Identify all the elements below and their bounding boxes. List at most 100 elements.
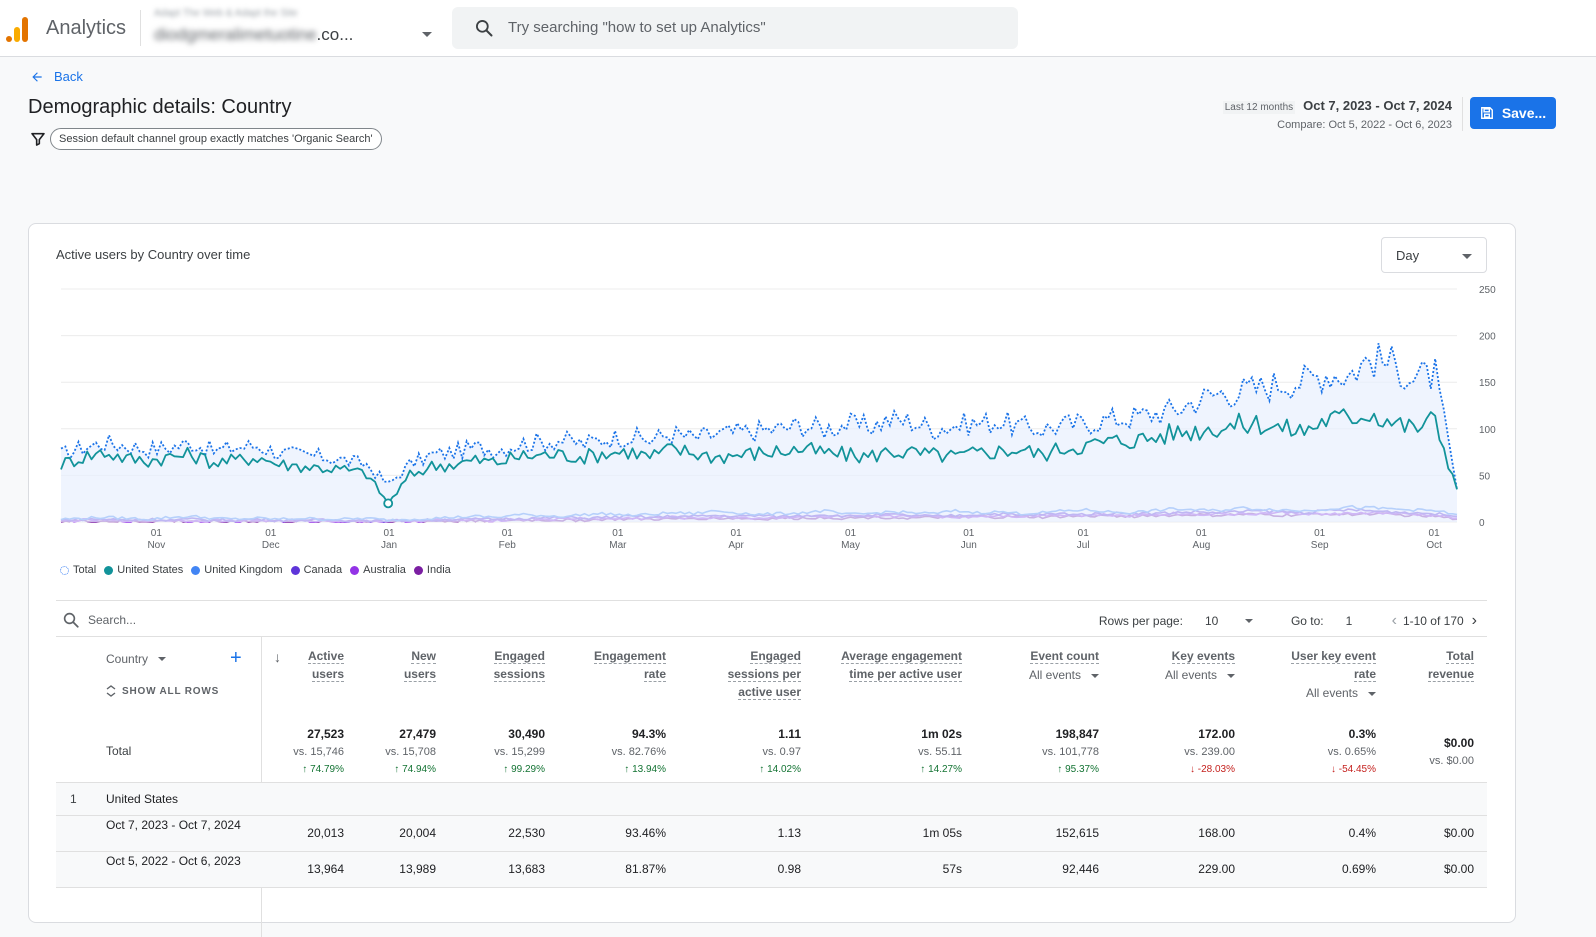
table-cell: 168.00 <box>1198 826 1235 840</box>
rows-per-page-select[interactable]: 10 <box>1205 614 1245 628</box>
granularity-select[interactable]: Day <box>1381 237 1487 273</box>
y-tick-label: 150 <box>1479 378 1496 389</box>
total-value: $0.00 <box>1443 736 1474 750</box>
legend-swatch-icon <box>60 565 69 575</box>
table-cell: $0.00 <box>1443 826 1474 840</box>
save-icon <box>1480 107 1493 119</box>
analytics-logo-icon[interactable] <box>6 16 30 42</box>
legend-item[interactable]: Australia <box>350 564 406 576</box>
change-badge: ↑ 14.02% <box>641 761 801 779</box>
filter-chip[interactable]: Session default channel group exactly ma… <box>50 128 382 150</box>
y-tick-label: 100 <box>1479 425 1496 436</box>
table-cell: 0.98 <box>777 862 801 876</box>
chevron-down-icon <box>1368 691 1376 696</box>
date-range-picker[interactable]: Last 12 months Oct 7, 2023 - Oct 7, 2024… <box>1222 98 1452 131</box>
x-tick-month: Sep <box>1311 540 1329 551</box>
x-tick-month: Feb <box>499 540 517 551</box>
table-cell: 229.00 <box>1198 862 1235 876</box>
chevron-left-icon[interactable]: ‹ <box>1392 612 1397 630</box>
global-search-input[interactable]: Try searching "how to set up Analytics" <box>452 7 1018 49</box>
column-header[interactable]: Average engagement time per active user <box>802 647 962 683</box>
column-header[interactable]: Engaged sessions per active user <box>641 647 801 701</box>
account-name: Adapt The Web & Adapt the Site <box>154 8 298 19</box>
legend-label: India <box>426 564 451 576</box>
x-tick-day: 01 <box>731 528 743 539</box>
y-tick-label: 0 <box>1479 518 1485 529</box>
column-header-label: active user <box>738 685 801 700</box>
dimension-select[interactable]: Country <box>106 652 167 666</box>
x-tick-day: 01 <box>383 528 395 539</box>
arrow-up-icon: ↑ <box>624 764 633 775</box>
x-tick-day: 01 <box>1078 528 1090 539</box>
chevron-right-icon[interactable]: › <box>1472 612 1477 630</box>
table-cell: 1m 05s <box>922 826 962 840</box>
x-tick-day: 01 <box>845 528 857 539</box>
row-index: 1 <box>70 792 77 806</box>
table-cell: 1.13 <box>777 826 801 840</box>
save-label: Save... <box>1501 105 1547 121</box>
legend-item[interactable]: United States <box>104 564 183 576</box>
x-tick-day: 01 <box>151 528 163 539</box>
compare-value: vs. 239.00 <box>1184 746 1235 758</box>
property-suffix: .co... <box>316 25 354 44</box>
legend-swatch-icon <box>104 565 114 575</box>
anomaly-marker[interactable] <box>383 498 394 509</box>
country-name[interactable]: United States <box>106 792 178 806</box>
top-app-bar: Analytics Adapt The Web & Adapt the Site… <box>0 0 1596 57</box>
event-filter-value: All events <box>1305 686 1358 700</box>
compare-value: vs. 55.11 <box>918 746 962 758</box>
back-link[interactable]: Back <box>30 69 83 84</box>
chevron-down-icon[interactable] <box>422 32 432 37</box>
table-row-group[interactable]: 1 United States <box>56 783 1487 816</box>
chevron-down-icon[interactable] <box>1244 619 1253 623</box>
show-all-rows-label: SHOW ALL ROWS <box>122 685 220 697</box>
show-all-rows-button[interactable]: SHOW ALL ROWS <box>106 685 219 697</box>
divider <box>140 10 141 46</box>
change-badge: ↑ 14.27% <box>802 761 962 779</box>
x-tick-month: Jan <box>381 540 397 551</box>
rows-per-page-label: Rows per page: <box>1098 614 1183 628</box>
legend-swatch-icon <box>290 565 300 575</box>
chevron-down-icon <box>1462 254 1472 259</box>
chart-legend: Total United States United Kingdom Canada Au… <box>60 564 451 576</box>
column-header[interactable]: Key events All events <box>1075 647 1235 684</box>
line-chart[interactable]: 05010015020025001Nov01Dec01Jan01Feb01Mar… <box>29 274 1517 559</box>
x-tick-month: Jun <box>961 540 977 551</box>
legend-item[interactable]: Canada <box>290 564 342 576</box>
x-tick-day: 01 <box>1429 528 1441 539</box>
save-button[interactable]: Save... <box>1470 97 1556 129</box>
column-header[interactable]: Total revenue <box>1314 647 1474 683</box>
x-tick-day: 01 <box>1314 528 1326 539</box>
x-tick-day: 01 <box>502 528 514 539</box>
column-header-label: sessions per <box>727 667 801 682</box>
y-tick-label: 50 <box>1479 471 1491 482</box>
legend-item[interactable]: India <box>413 564 451 576</box>
total-value: 1m 02s <box>921 727 962 741</box>
report-card: Active users by Country over time Day 0 5… <box>28 223 1517 937</box>
legend-swatch-icon <box>191 565 201 575</box>
goto-label: Go to: <box>1290 614 1324 628</box>
search-icon <box>63 612 79 628</box>
legend-item[interactable]: United Kingdom <box>191 564 283 576</box>
legend-swatch-icon <box>350 565 360 575</box>
event-filter-select[interactable]: All events <box>1075 666 1235 684</box>
account-selector[interactable]: Adapt The Web & Adapt the Site diodgmera… <box>154 8 414 50</box>
x-tick-month: Aug <box>1193 540 1211 551</box>
date-preset: Last 12 months <box>1222 101 1296 114</box>
search-placeholder: Try searching "how to set up Analytics" <box>508 19 766 36</box>
x-tick-month: Oct <box>1426 540 1442 551</box>
chart-title: Active users by Country over time <box>56 247 251 262</box>
table-row: Oct 7, 2023 - Oct 7, 2024 20,013 20,004 22,… <box>56 816 1487 852</box>
change-value: 14.02% <box>767 764 801 775</box>
totals-cell: 1.11 vs. 0.97 ↑ 14.02% <box>641 725 801 779</box>
totals-label: Total <box>106 744 132 758</box>
goto-input[interactable]: 1 <box>1346 614 1386 628</box>
x-tick-day: 01 <box>265 528 277 539</box>
legend-item[interactable]: Total <box>60 564 96 576</box>
filter-row: Session default channel group exactly ma… <box>30 128 382 150</box>
event-filter-select[interactable]: All events <box>1216 684 1376 702</box>
table-cell: 57s <box>942 862 962 876</box>
search-icon <box>476 20 493 37</box>
table-search-input[interactable]: Search... <box>88 613 136 627</box>
filter-icon[interactable] <box>30 131 46 147</box>
